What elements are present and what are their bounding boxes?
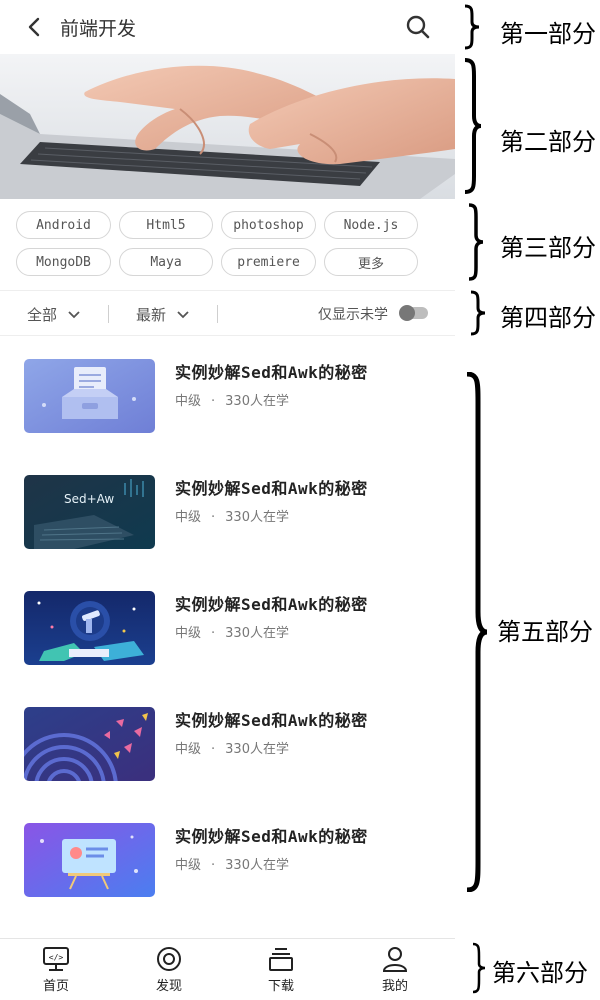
nav-profile-label: 我的: [381, 979, 408, 994]
course-thumbnail: [24, 823, 155, 897]
search-icon: [406, 15, 430, 39]
course-meta: 中级 · 330人在学: [175, 622, 289, 641]
nav-home-label: 首页: [42, 979, 69, 994]
back-button[interactable]: [22, 15, 46, 39]
nav-home[interactable]: </> 首页: [26, 945, 86, 997]
course-thumbnail: [24, 591, 155, 665]
discover-icon: [157, 947, 181, 971]
profile-icon: [382, 947, 408, 972]
annotation-part-1: 第一部分: [500, 20, 596, 48]
divider: [217, 305, 218, 323]
brace-1: [464, 4, 480, 50]
course-learners: 330人在学: [225, 510, 289, 525]
course-level: 中级: [175, 510, 202, 525]
tag-cloud: Android Html5 photoshop Node.js MongoDB …: [0, 199, 455, 289]
typing-hands-photo: [0, 54, 455, 199]
download-icon: [269, 948, 293, 971]
chevron-left-icon: [28, 17, 40, 37]
nav-download[interactable]: 下载: [251, 945, 311, 997]
brace-4: [470, 290, 486, 336]
meta-separator: ·: [211, 626, 216, 641]
nav-discover[interactable]: 发现: [139, 945, 199, 997]
nav-profile[interactable]: 我的: [365, 945, 425, 997]
annotation-part-4: 第四部分: [500, 304, 596, 332]
course-learners: 330人在学: [225, 626, 289, 641]
phone-screen: 前端开发 Android Html5 photoshop Node.js Mon…: [0, 0, 455, 1000]
course-title: 实例妙解Sed和Awk的秘密: [175, 363, 368, 382]
filter-latest-label: 最新: [136, 306, 167, 324]
course-title: 实例妙解Sed和Awk的秘密: [175, 479, 368, 498]
nav-download-label: 下载: [267, 979, 294, 994]
annotation-part-3: 第三部分: [500, 234, 596, 262]
filter-latest-dropdown[interactable]: 最新: [136, 304, 190, 325]
brace-2: [464, 58, 482, 194]
top-bar: 前端开发: [0, 0, 455, 54]
chevron-down-icon: [177, 310, 189, 318]
tag-mongodb[interactable]: MongoDB: [16, 248, 111, 276]
sed-awk-laptop-icon: Sed+Aw: [24, 475, 155, 549]
course-meta: 中级 · 330人在学: [175, 506, 289, 525]
course-learners: 330人在学: [225, 858, 289, 873]
course-item[interactable]: 实例妙解Sed和Awk的秘密 中级 · 330人在学: [0, 336, 455, 452]
course-thumbnail: Sed+Aw: [24, 475, 155, 549]
course-meta: 中级 · 330人在学: [175, 390, 289, 409]
tag-maya[interactable]: Maya: [119, 248, 213, 276]
meta-separator: ·: [211, 858, 216, 873]
course-item[interactable]: 实例妙解Sed和Awk的秘密 中级 · 330人在学: [0, 684, 455, 800]
bottom-navigation: </> 首页 发现 下载 我的: [0, 938, 455, 1000]
inbox-illustration-icon: [24, 359, 155, 433]
toggle-knob: [399, 305, 415, 321]
course-item[interactable]: Sed+Aw 实例妙解Sed和Awk的秘密 中级 · 330人在学: [0, 452, 455, 568]
course-level: 中级: [175, 742, 202, 757]
search-button[interactable]: [404, 13, 432, 41]
brace-3: [468, 203, 484, 281]
annotation-part-2: 第二部分: [500, 128, 596, 156]
tag-premiere[interactable]: premiere: [221, 248, 316, 276]
filter-all-label: 全部: [27, 306, 58, 324]
tag-more[interactable]: 更多: [324, 248, 418, 276]
filter-bar: 全部 最新 仅显示未学: [0, 290, 455, 336]
filter-all-dropdown[interactable]: 全部: [27, 304, 81, 325]
presentation-illustration-icon: [24, 823, 155, 897]
course-meta: 中级 · 330人在学: [175, 854, 289, 873]
course-thumbnail: [24, 707, 155, 781]
course-learners: 330人在学: [225, 394, 289, 409]
nav-discover-label: 发现: [155, 979, 182, 994]
course-level: 中级: [175, 858, 202, 873]
tag-nodejs[interactable]: Node.js: [324, 211, 418, 239]
unlearned-only-label: 仅显示未学: [318, 307, 388, 323]
course-title: 实例妙解Sed和Awk的秘密: [175, 827, 368, 846]
meta-separator: ·: [211, 510, 216, 525]
home-screen-icon: </>: [43, 947, 69, 971]
course-level: 中级: [175, 626, 202, 641]
course-meta: 中级 · 330人在学: [175, 738, 289, 757]
course-learners: 330人在学: [225, 742, 289, 757]
brace-5: [466, 372, 488, 892]
chevron-down-icon: [68, 310, 80, 318]
annotation-part-6: 第六部分: [492, 959, 588, 987]
meta-separator: ·: [211, 394, 216, 409]
page-title: 前端开发: [60, 18, 137, 40]
telescope-illustration-icon: [24, 591, 155, 665]
course-item[interactable]: 实例妙解Sed和Awk的秘密 中级 · 330人在学: [0, 568, 455, 684]
banner-image[interactable]: [0, 54, 455, 199]
svg-text:</>: </>: [49, 953, 64, 962]
course-title: 实例妙解Sed和Awk的秘密: [175, 711, 368, 730]
course-item[interactable]: 实例妙解Sed和Awk的秘密 中级 · 330人在学: [0, 800, 455, 916]
course-thumbnail: [24, 359, 155, 433]
unlearned-only-toggle[interactable]: [399, 305, 428, 321]
tag-android[interactable]: Android: [16, 211, 111, 239]
divider: [108, 305, 109, 323]
annotation-part-5: 第五部分: [497, 618, 593, 646]
radar-illustration-icon: [24, 707, 155, 781]
tag-html5[interactable]: Html5: [119, 211, 213, 239]
meta-separator: ·: [211, 742, 216, 757]
course-level: 中级: [175, 394, 202, 409]
brace-6: [472, 942, 486, 994]
tag-photoshop[interactable]: photoshop: [221, 211, 316, 239]
course-title: 实例妙解Sed和Awk的秘密: [175, 595, 368, 614]
thumbnail-text: Sed+Aw: [64, 492, 114, 506]
